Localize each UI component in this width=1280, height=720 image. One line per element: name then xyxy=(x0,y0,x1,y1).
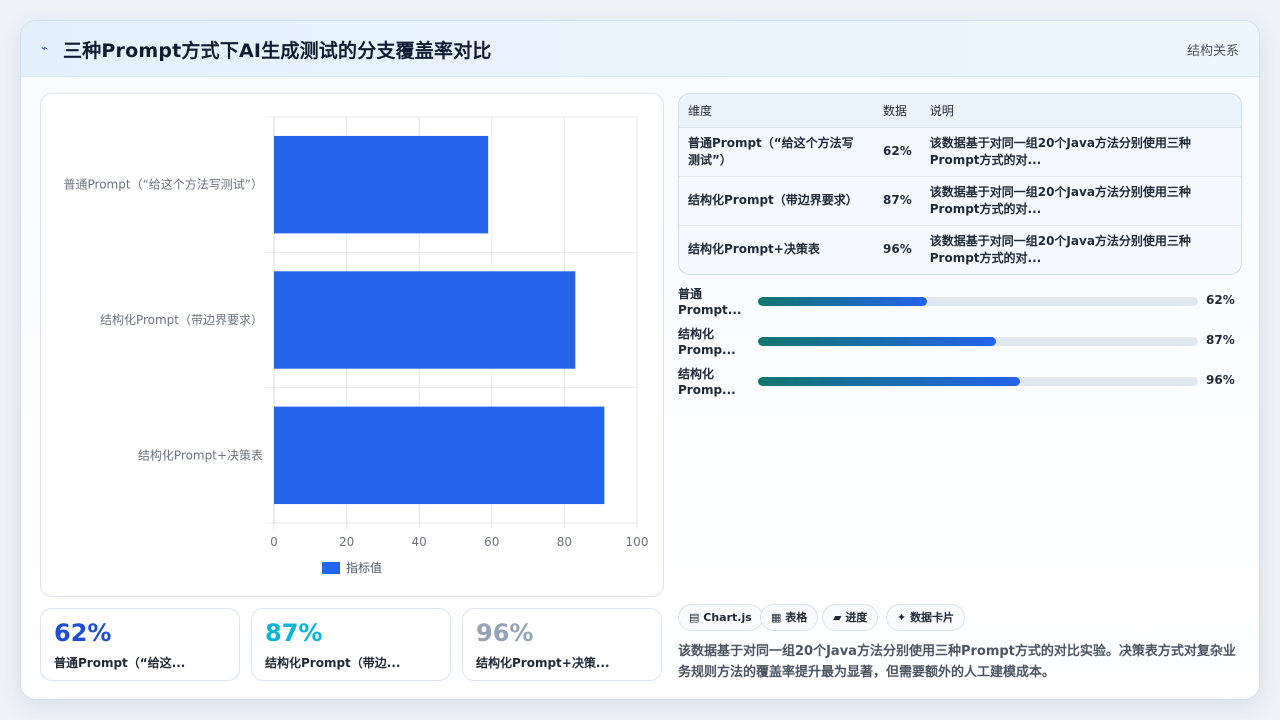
cell-dimension: 结构化Prompt+决策表 xyxy=(688,242,820,257)
table-row: 结构化Prompt+决策表 96% 该数据基于对同一组20个Java方法分别使用… xyxy=(679,225,1241,274)
header: ⌁ 三种Prompt方式下AI生成测试的分支覆盖率对比 结构关系 xyxy=(21,21,1259,77)
stat-label: 结构化Prompt（带边... xyxy=(265,656,401,670)
chip-progress[interactable]: ▰ 进度 xyxy=(822,604,879,631)
cell-description: 该数据基于对同一组20个Java方法分别使用三种Prompt方式的对... xyxy=(920,127,1241,177)
progress-row: 结构化Promp... 87% xyxy=(678,326,1242,360)
bar-chart-panel: 0 20 40 60 80 100 普通Prompt（“给这个方法写测试”） 结构化Promp… xyxy=(40,93,664,597)
stat-label: 普通Prompt（“给这... xyxy=(54,656,186,670)
progress-label: 结构化Promp... xyxy=(678,367,736,397)
progress-value: 62% xyxy=(1206,293,1235,307)
stat-label: 结构化Prompt+决策... xyxy=(476,656,610,670)
table-row: 结构化Prompt（带边界要求） 87% 该数据基于对同一组20个Java方法分… xyxy=(679,176,1241,226)
bar-chart: 0 20 40 60 80 100 普通Prompt（“给这个方法写测试”） 结构化Promp… xyxy=(64,116,649,575)
chip-label: 表格 xyxy=(785,611,808,624)
bar xyxy=(274,271,576,369)
bar xyxy=(274,406,605,505)
progress-value: 96% xyxy=(1206,373,1235,387)
progress-row: 普通Prompt... 62% xyxy=(678,286,1242,320)
sparkle-icon: ✦ xyxy=(897,611,907,624)
y-category-label: 结构化Prompt+决策表 xyxy=(138,447,263,462)
chart-icon: ▤ xyxy=(689,611,700,624)
progress-fill xyxy=(758,297,928,306)
y-category-label: 结构化Prompt（带边界要求） xyxy=(100,312,263,327)
chip-table[interactable]: ▦ 表格 xyxy=(760,604,819,631)
cell-value: 87% xyxy=(874,176,921,226)
page-title: 三种Prompt方式下AI生成测试的分支覆盖率对比 xyxy=(63,40,492,62)
progress-track xyxy=(758,337,1198,346)
stat-value: 96% xyxy=(476,619,534,647)
progress-track xyxy=(758,297,1198,306)
data-table: 维度 数据 说明 普通Prompt（“给这个方法写测试”） 62% 该数据基于对… xyxy=(678,93,1242,275)
chip-label: Chart.js xyxy=(703,611,752,624)
stat-card: 87% 结构化Prompt（带边... xyxy=(251,608,451,681)
progress-icon: ▰ xyxy=(833,611,842,624)
spark-icon: ⌁ xyxy=(41,41,49,55)
progress-label: 普通Prompt... xyxy=(678,287,742,317)
table-header-row: 维度 数据 说明 xyxy=(679,94,1241,128)
y-category-label: 普通Prompt（“给这个方法写测试”） xyxy=(64,177,263,192)
legend-label: 指标值 xyxy=(346,560,382,575)
stat-card: 96% 结构化Prompt+决策... xyxy=(462,608,662,681)
structure-tag[interactable]: 结构关系 xyxy=(1187,40,1239,59)
legend-swatch xyxy=(322,562,340,574)
progress-fill xyxy=(758,377,1020,386)
cell-dimension: 结构化Prompt（带边界要求） xyxy=(679,176,874,226)
stat-value: 87% xyxy=(265,619,323,647)
chip-chartjs[interactable]: ▤ Chart.js xyxy=(678,604,763,631)
chip-label: 数据卡片 xyxy=(910,611,955,624)
cell-description: 该数据基于对同一组20个Java方法分别使用三种Prompt方式的对... xyxy=(920,176,1241,226)
x-tick-label: 40 xyxy=(412,535,427,549)
cell-value: 62% xyxy=(874,127,921,177)
dashboard-card: ⌁ 三种Prompt方式下AI生成测试的分支覆盖率对比 结构关系 0 20 40 60… xyxy=(20,20,1260,700)
chip-data-card[interactable]: ✦ 数据卡片 xyxy=(886,604,966,631)
x-tick-label: 100 xyxy=(626,535,649,549)
cell-value: 96% xyxy=(883,242,912,257)
stat-card: 62% 普通Prompt（“给这... xyxy=(40,608,240,681)
table-row: 普通Prompt（“给这个方法写测试”） 62% 该数据基于对同一组20个Jav… xyxy=(679,127,1241,177)
x-tick-label: 60 xyxy=(484,535,499,549)
chip-label: 进度 xyxy=(845,611,868,624)
progress-track xyxy=(758,377,1198,386)
summary-note: 该数据基于对同一组20个Java方法分别使用三种Prompt方式的对比实验。决策… xyxy=(678,644,1236,680)
x-tick-label: 20 xyxy=(339,535,354,549)
column-header-data: 数据 xyxy=(874,94,921,128)
column-header-dimension: 维度 xyxy=(679,94,874,128)
cell-dimension: 普通Prompt（“给这个方法写测试”） xyxy=(679,127,874,177)
bar xyxy=(274,135,489,234)
progress-value: 87% xyxy=(1206,333,1235,347)
x-tick-label: 0 xyxy=(270,535,278,549)
x-tick-label: 80 xyxy=(557,535,572,549)
table-icon: ▦ xyxy=(771,611,782,624)
progress-row: 结构化Promp... 96% xyxy=(678,366,1242,400)
column-header-description: 说明 xyxy=(920,94,1241,128)
cell-description: 该数据基于对同一组20个Java方法分别使用三种Prompt方式的对... xyxy=(929,233,1191,265)
progress-label: 结构化Promp... xyxy=(678,327,736,357)
progress-fill xyxy=(758,337,996,346)
stat-value: 62% xyxy=(54,619,112,647)
